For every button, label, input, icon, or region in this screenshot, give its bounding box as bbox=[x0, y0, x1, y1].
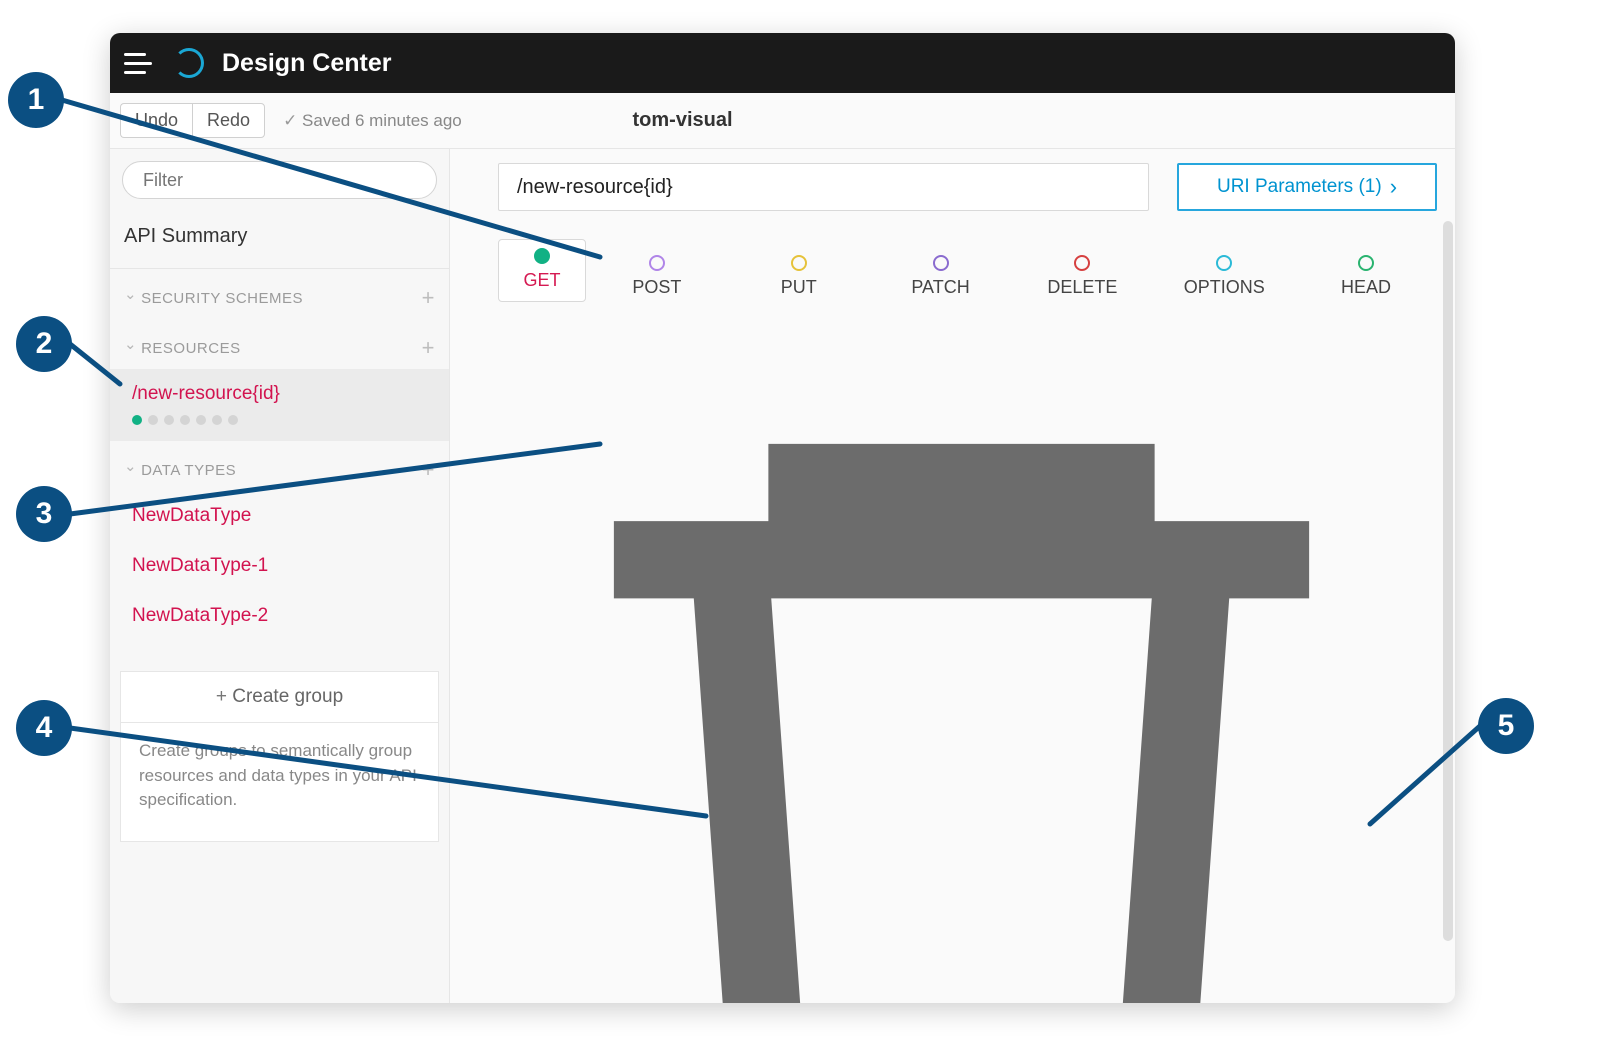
add-security-scheme-icon[interactable]: + bbox=[422, 287, 435, 309]
content-panel: URI Parameters (1) › GET POST PUT bbox=[450, 149, 1455, 1003]
http-methods-row: GET POST PUT PATCH DELETE OPTI bbox=[498, 239, 1437, 302]
app-window: Design Center Undo Redo Saved 6 minutes … bbox=[110, 33, 1455, 1003]
method-dots bbox=[132, 415, 435, 425]
data-type-item[interactable]: NewDataType-2 bbox=[110, 591, 449, 641]
api-summary-link[interactable]: API Summary bbox=[110, 211, 449, 269]
chevron-down-icon bbox=[124, 290, 141, 307]
chevron-down-icon bbox=[124, 340, 141, 357]
add-resource-icon[interactable]: + bbox=[422, 337, 435, 359]
method-patch[interactable]: PATCH bbox=[870, 255, 1012, 302]
chevron-down-icon bbox=[124, 462, 141, 479]
resource-path-input[interactable] bbox=[498, 163, 1149, 211]
create-group-card: Create group Create groups to semantical… bbox=[120, 671, 439, 842]
create-group-button[interactable]: Create group bbox=[121, 672, 438, 723]
section-data-types[interactable]: DATA TYPES + bbox=[110, 441, 449, 491]
document-title: tom-visual bbox=[633, 109, 733, 132]
add-data-type-icon[interactable]: + bbox=[422, 459, 435, 481]
saved-status: Saved 6 minutes ago bbox=[283, 111, 462, 131]
logo-icon bbox=[174, 48, 204, 78]
create-group-help: Create groups to semantically group reso… bbox=[121, 723, 438, 841]
filter-input[interactable] bbox=[122, 161, 437, 199]
method-put[interactable]: PUT bbox=[728, 255, 870, 302]
callout-2: 2 bbox=[16, 316, 72, 372]
undo-button[interactable]: Undo bbox=[120, 103, 192, 138]
menu-icon[interactable] bbox=[124, 49, 152, 77]
resource-name: /new-resource{id} bbox=[132, 383, 435, 405]
toolbar: Undo Redo Saved 6 minutes ago tom-visual bbox=[110, 93, 1455, 149]
method-options[interactable]: OPTIONS bbox=[1153, 255, 1295, 302]
method-post[interactable]: POST bbox=[586, 255, 728, 302]
trash-icon[interactable] bbox=[498, 328, 1425, 1003]
scrollbar[interactable] bbox=[1443, 221, 1453, 941]
app-title: Design Center bbox=[222, 49, 391, 78]
data-type-item[interactable]: NewDataType bbox=[110, 491, 449, 541]
callout-4: 4 bbox=[16, 700, 72, 756]
section-security-schemes[interactable]: SECURITY SCHEMES + bbox=[110, 269, 449, 319]
callout-1: 1 bbox=[8, 72, 64, 128]
top-bar: Design Center bbox=[110, 33, 1455, 93]
method-head[interactable]: HEAD bbox=[1295, 255, 1437, 302]
callout-3: 3 bbox=[16, 486, 72, 542]
method-delete[interactable]: DELETE bbox=[1011, 255, 1153, 302]
sidebar-resource-selected[interactable]: /new-resource{id} bbox=[110, 369, 449, 441]
data-type-item[interactable]: NewDataType-1 bbox=[110, 541, 449, 591]
chevron-right-icon: › bbox=[1390, 174, 1397, 200]
callout-5: 5 bbox=[1478, 698, 1534, 754]
uri-parameters-button[interactable]: URI Parameters (1) › bbox=[1177, 163, 1437, 211]
sidebar: API Summary SECURITY SCHEMES + RESOURCES… bbox=[110, 149, 450, 1003]
section-resources[interactable]: RESOURCES + bbox=[110, 319, 449, 369]
redo-button[interactable]: Redo bbox=[192, 103, 265, 138]
method-get[interactable]: GET bbox=[498, 239, 586, 302]
